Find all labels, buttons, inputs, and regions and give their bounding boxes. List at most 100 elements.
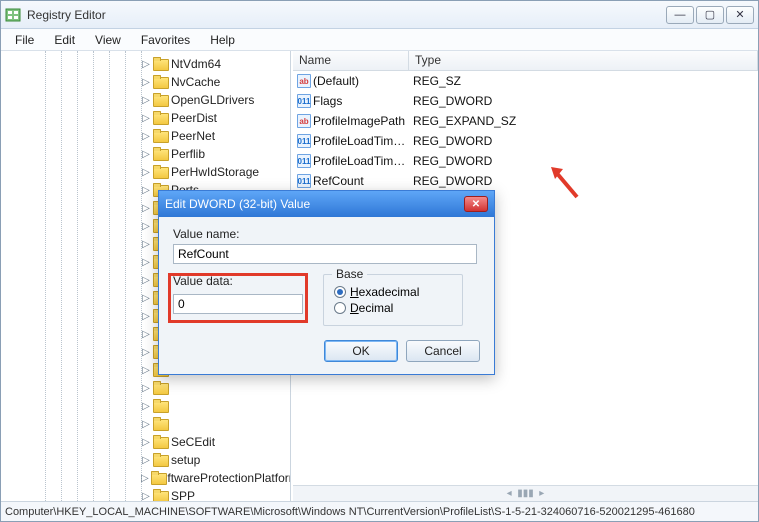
radio-hexadecimal[interactable]: Hexadecimal [334, 285, 452, 299]
tree-item-label: Perflib [171, 147, 205, 161]
list-header[interactable]: Name Type [293, 51, 758, 71]
tree-item[interactable]: ▷ NvCache [141, 73, 289, 91]
tree-item[interactable]: ▷ PeerDist [141, 109, 289, 127]
value-name: ProfileLoadTime... [313, 154, 409, 168]
list-row[interactable]: 011ProfileLoadTime...REG_DWORD [293, 151, 758, 171]
value-type: REG_DWORD [409, 94, 756, 108]
folder-icon [153, 489, 169, 501]
list-row[interactable]: 011RefCountREG_DWORD [293, 171, 758, 191]
reg-binary-icon: 011 [297, 154, 311, 168]
reg-binary-icon: 011 [297, 94, 311, 108]
radio-dot-icon [334, 286, 346, 298]
column-name[interactable]: Name [293, 51, 409, 70]
menu-favorites[interactable]: Favorites [131, 29, 200, 50]
expand-icon[interactable]: ▷ [141, 437, 151, 447]
expand-icon[interactable]: ▷ [141, 275, 151, 285]
tree-item[interactable]: ▷NtVdm64 [141, 55, 289, 73]
expand-icon[interactable]: ▷ [141, 419, 151, 429]
tree-item[interactable]: ▷SeCEdit [141, 433, 289, 451]
expand-icon[interactable]: ▷ [141, 59, 151, 69]
expand-icon[interactable]: ▷ [141, 257, 151, 267]
expand-icon[interactable]: ▷ [141, 293, 151, 303]
reg-string-icon: ab [297, 74, 311, 88]
tree-item[interactable]: ▷setup [141, 451, 289, 469]
folder-icon [153, 57, 169, 71]
titlebar: Registry Editor — ▢ ✕ [1, 1, 758, 29]
tree-item-label: PeerDist [171, 111, 217, 125]
value-name: (Default) [313, 74, 409, 88]
tree-item[interactable]: ▷PeerNet [141, 127, 289, 145]
expand-icon[interactable]: ▷ [141, 203, 151, 213]
folder-icon [153, 435, 169, 449]
minimize-button[interactable]: — [666, 6, 694, 24]
horizontal-scrollbar[interactable]: ◂ ▮▮▮ ▸ [293, 485, 758, 501]
tree-item[interactable]: ▷ Perflib [141, 145, 289, 163]
statusbar: Computer\HKEY_LOCAL_MACHINE\SOFTWARE\Mic… [1, 501, 758, 521]
list-row[interactable]: 011ProfileLoadTime...REG_DWORD [293, 131, 758, 151]
folder-icon [153, 129, 169, 143]
column-type[interactable]: Type [409, 51, 758, 70]
expand-icon[interactable]: ▷ [141, 347, 151, 357]
expand-icon[interactable]: ▷ [141, 383, 151, 393]
regedit-icon [5, 7, 21, 23]
value-data-label: Value data: [173, 274, 323, 288]
expand-icon[interactable]: ▷ [141, 239, 151, 249]
folder-icon [153, 147, 169, 161]
value-name: RefCount [313, 174, 409, 188]
expand-icon[interactable]: ▷ [141, 185, 151, 195]
tree-item[interactable]: ▷ SoftwareProtectionPlatform [141, 469, 289, 487]
tree-item-label: PerHwIdStorage [171, 165, 259, 179]
ok-button[interactable]: OK [324, 340, 398, 362]
dialog-titlebar[interactable]: Edit DWORD (32-bit) Value ✕ [159, 191, 494, 217]
tree-item[interactable]: ▷ [141, 397, 289, 415]
menu-file[interactable]: File [5, 29, 44, 50]
expand-icon[interactable]: ▷ [141, 455, 151, 465]
expand-icon[interactable]: ▷ [141, 473, 149, 483]
radio-decimal[interactable]: Decimal [334, 301, 452, 315]
value-type: REG_DWORD [409, 174, 756, 188]
expand-icon[interactable]: ▷ [141, 329, 151, 339]
tree-item[interactable]: ▷ [141, 415, 289, 433]
menu-edit[interactable]: Edit [44, 29, 85, 50]
expand-icon[interactable]: ▷ [141, 167, 151, 177]
folder-icon [153, 165, 169, 179]
value-name-input[interactable] [173, 244, 477, 264]
edit-dword-dialog: Edit DWORD (32-bit) Value ✕ Value name: … [158, 190, 495, 375]
tree-item[interactable]: ▷SPP [141, 487, 289, 501]
expand-icon[interactable]: ▷ [141, 365, 151, 375]
expand-icon[interactable]: ▷ [141, 77, 151, 87]
reg-binary-icon: 011 [297, 174, 311, 188]
expand-icon[interactable]: ▷ [141, 113, 151, 123]
maximize-button[interactable]: ▢ [696, 6, 724, 24]
tree-item-label: SoftwareProtectionPlatform [153, 471, 291, 485]
menubar: File Edit View Favorites Help [1, 29, 758, 51]
expand-icon[interactable]: ▷ [141, 131, 151, 141]
list-row[interactable]: ab(Default)REG_SZ [293, 71, 758, 91]
expand-icon[interactable]: ▷ [141, 491, 151, 501]
dialog-body: Value name: Value data: Base Hexadecimal… [159, 217, 494, 374]
expand-icon[interactable]: ▷ [141, 221, 151, 231]
folder-icon [153, 399, 169, 413]
expand-icon[interactable]: ▷ [141, 401, 151, 411]
folder-icon [153, 417, 169, 431]
expand-icon[interactable]: ▷ [141, 149, 151, 159]
base-legend: Base [332, 267, 367, 281]
close-button[interactable]: ✕ [726, 6, 754, 24]
expand-icon[interactable]: ▷ [141, 311, 151, 321]
tree-item[interactable]: ▷ PerHwIdStorage [141, 163, 289, 181]
tree-item-label: NvCache [171, 75, 220, 89]
expand-icon[interactable]: ▷ [141, 95, 151, 105]
value-data-input[interactable] [173, 294, 303, 314]
value-type: REG_DWORD [409, 134, 756, 148]
tree-item[interactable]: ▷ OpenGLDrivers [141, 91, 289, 109]
list-row[interactable]: 011FlagsREG_DWORD [293, 91, 758, 111]
value-type: REG_EXPAND_SZ [409, 114, 756, 128]
tree-item-label: OpenGLDrivers [171, 93, 254, 107]
dialog-close-button[interactable]: ✕ [464, 196, 488, 212]
cancel-button[interactable]: Cancel [406, 340, 480, 362]
list-row[interactable]: abProfileImagePathREG_EXPAND_SZ [293, 111, 758, 131]
radio-dot-icon [334, 302, 346, 314]
tree-item[interactable]: ▷ [141, 379, 289, 397]
menu-view[interactable]: View [85, 29, 131, 50]
menu-help[interactable]: Help [200, 29, 245, 50]
